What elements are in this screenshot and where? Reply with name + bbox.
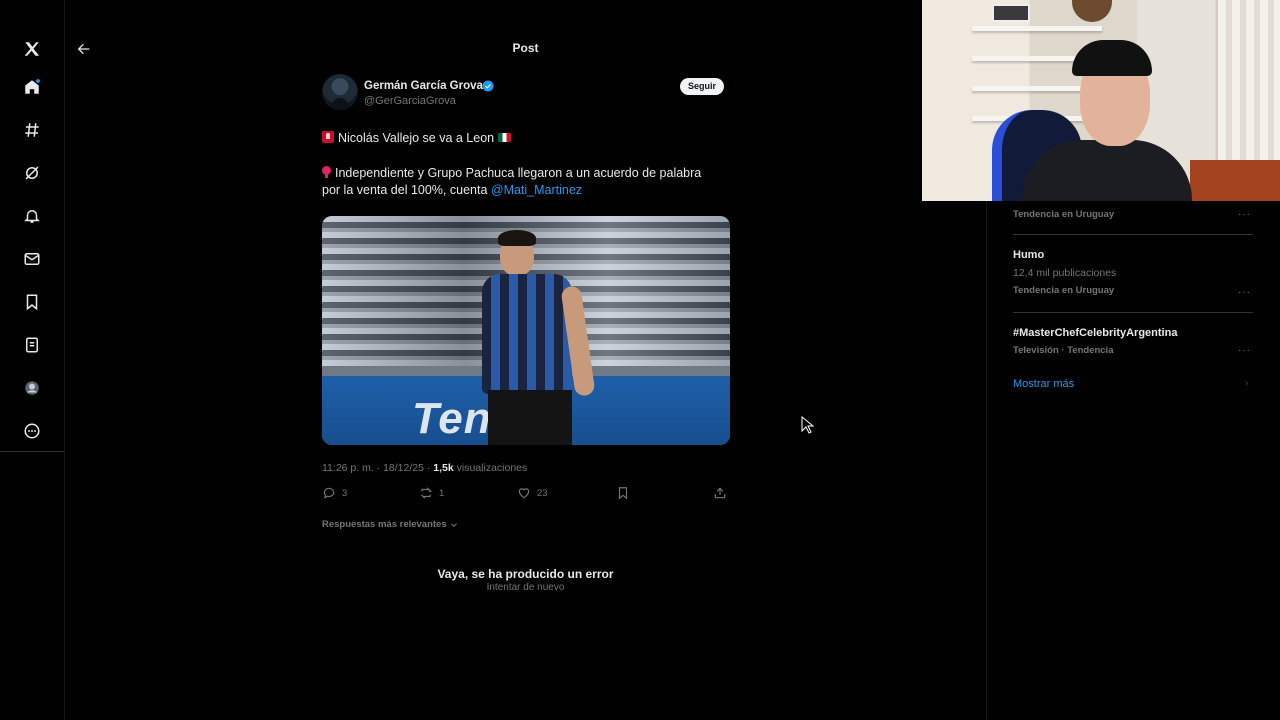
post-header: Post xyxy=(65,32,986,66)
webcam-desk xyxy=(1190,160,1280,201)
webcam-overlay xyxy=(922,0,1280,201)
more-options-icon[interactable]: ··· xyxy=(1238,209,1251,220)
envelope-icon[interactable] xyxy=(20,247,44,271)
like-count: 23 xyxy=(537,487,548,499)
trend-context: Tendencia en Uruguay xyxy=(1013,209,1115,220)
hashtag-icon[interactable] xyxy=(20,118,44,142)
reply-button[interactable]: 3 xyxy=(322,486,347,500)
author-name[interactable]: Germán García Grova xyxy=(364,80,483,92)
post-headline: Nicolás Vallejo se va a Leon xyxy=(338,131,495,145)
more-options-icon[interactable]: ··· xyxy=(1238,345,1251,356)
trend-post-count: 12,4 mil publicaciones xyxy=(1013,267,1117,279)
views-label: visualizaciones xyxy=(453,462,528,474)
replies-sort-dropdown[interactable]: Respuestas más relevantes xyxy=(322,519,459,530)
more-circle-icon[interactable] xyxy=(20,419,44,443)
chevron-down-icon xyxy=(450,522,457,527)
repost-icon xyxy=(420,487,433,499)
repost-button[interactable]: 1 xyxy=(419,486,444,500)
player-shorts xyxy=(488,390,572,445)
trend-name: Humo xyxy=(1013,249,1045,261)
trend-divider xyxy=(1013,312,1253,313)
nav-divider xyxy=(64,0,65,720)
error-title: Vaya, se ha producido un error xyxy=(437,567,614,581)
mexico-flag-icon xyxy=(498,133,512,142)
replies-sort-label: Respuestas más relevantes xyxy=(322,519,447,530)
author-handle[interactable]: @GerGarciaGrova xyxy=(364,95,456,107)
grok-icon[interactable] xyxy=(20,161,44,185)
share-icon xyxy=(714,487,726,499)
page-title: Post xyxy=(512,41,539,55)
retry-link[interactable]: Intentar de nuevo xyxy=(65,582,986,593)
verified-badge-icon xyxy=(482,80,494,92)
repost-count: 1 xyxy=(439,487,445,499)
trend-name: #MasterChefCelebrityArgentina xyxy=(1013,327,1178,339)
pin-icon xyxy=(322,166,331,178)
bookmark-button[interactable] xyxy=(616,486,630,500)
post-timestamp[interactable]: 11:26 p. m. · 18/12/25 · xyxy=(322,462,433,474)
x-logo-icon[interactable] xyxy=(20,37,44,61)
mouse-cursor-icon xyxy=(801,416,815,434)
bell-icon[interactable] xyxy=(20,204,44,228)
webcam-shelf xyxy=(972,26,1102,31)
bookmark-outline-icon xyxy=(618,487,628,500)
mention-link[interactable]: @Mati_Martinez xyxy=(491,183,582,197)
left-nav-rail xyxy=(0,0,64,452)
trend-item[interactable]: Humo 12,4 mil publicaciones Tendencia en… xyxy=(1013,249,1253,298)
chevron-right-icon: › xyxy=(1245,378,1249,389)
views-count: 1,5k xyxy=(433,462,454,474)
home-icon[interactable] xyxy=(20,75,44,99)
football-player xyxy=(482,230,602,445)
post-text-line1: Nicolás Vallejo se va a Leon xyxy=(322,131,512,145)
trend-item[interactable]: #MasterChefCelebrityArgentina Televisión… xyxy=(1013,327,1253,356)
trend-context: Tendencia en Uruguay xyxy=(1013,285,1115,296)
trend-divider xyxy=(1013,234,1253,235)
siren-icon xyxy=(322,131,334,143)
share-button[interactable] xyxy=(713,486,727,500)
post-image[interactable]: Teneld xyxy=(322,216,730,445)
show-more-link[interactable]: Mostrar más xyxy=(1013,378,1074,390)
more-options-icon[interactable]: ··· xyxy=(1238,287,1251,298)
heart-icon xyxy=(518,488,530,499)
trend-item[interactable]: Tendencia en Uruguay ··· xyxy=(1013,209,1253,220)
bookmark-icon[interactable] xyxy=(20,290,44,314)
player-hair xyxy=(498,230,536,246)
like-button[interactable]: 23 xyxy=(517,486,548,500)
post-meta: 11:26 p. m. · 18/12/25 · 1,5k visualizac… xyxy=(322,462,527,474)
post-actions: 3 1 23 xyxy=(322,486,730,502)
follow-button[interactable]: Seguir xyxy=(680,78,725,95)
trend-context: Televisión · Tendencia xyxy=(1013,345,1114,356)
webcam-wall-frame xyxy=(992,4,1030,22)
avatar-icon[interactable] xyxy=(20,376,44,400)
list-icon[interactable] xyxy=(20,333,44,357)
reply-count: 3 xyxy=(342,487,348,499)
post-text-body: Independiente y Grupo Pachuca llegaron a… xyxy=(322,165,722,199)
player-shirt xyxy=(482,274,572,394)
author-avatar[interactable] xyxy=(322,74,358,110)
reply-icon xyxy=(323,487,335,499)
